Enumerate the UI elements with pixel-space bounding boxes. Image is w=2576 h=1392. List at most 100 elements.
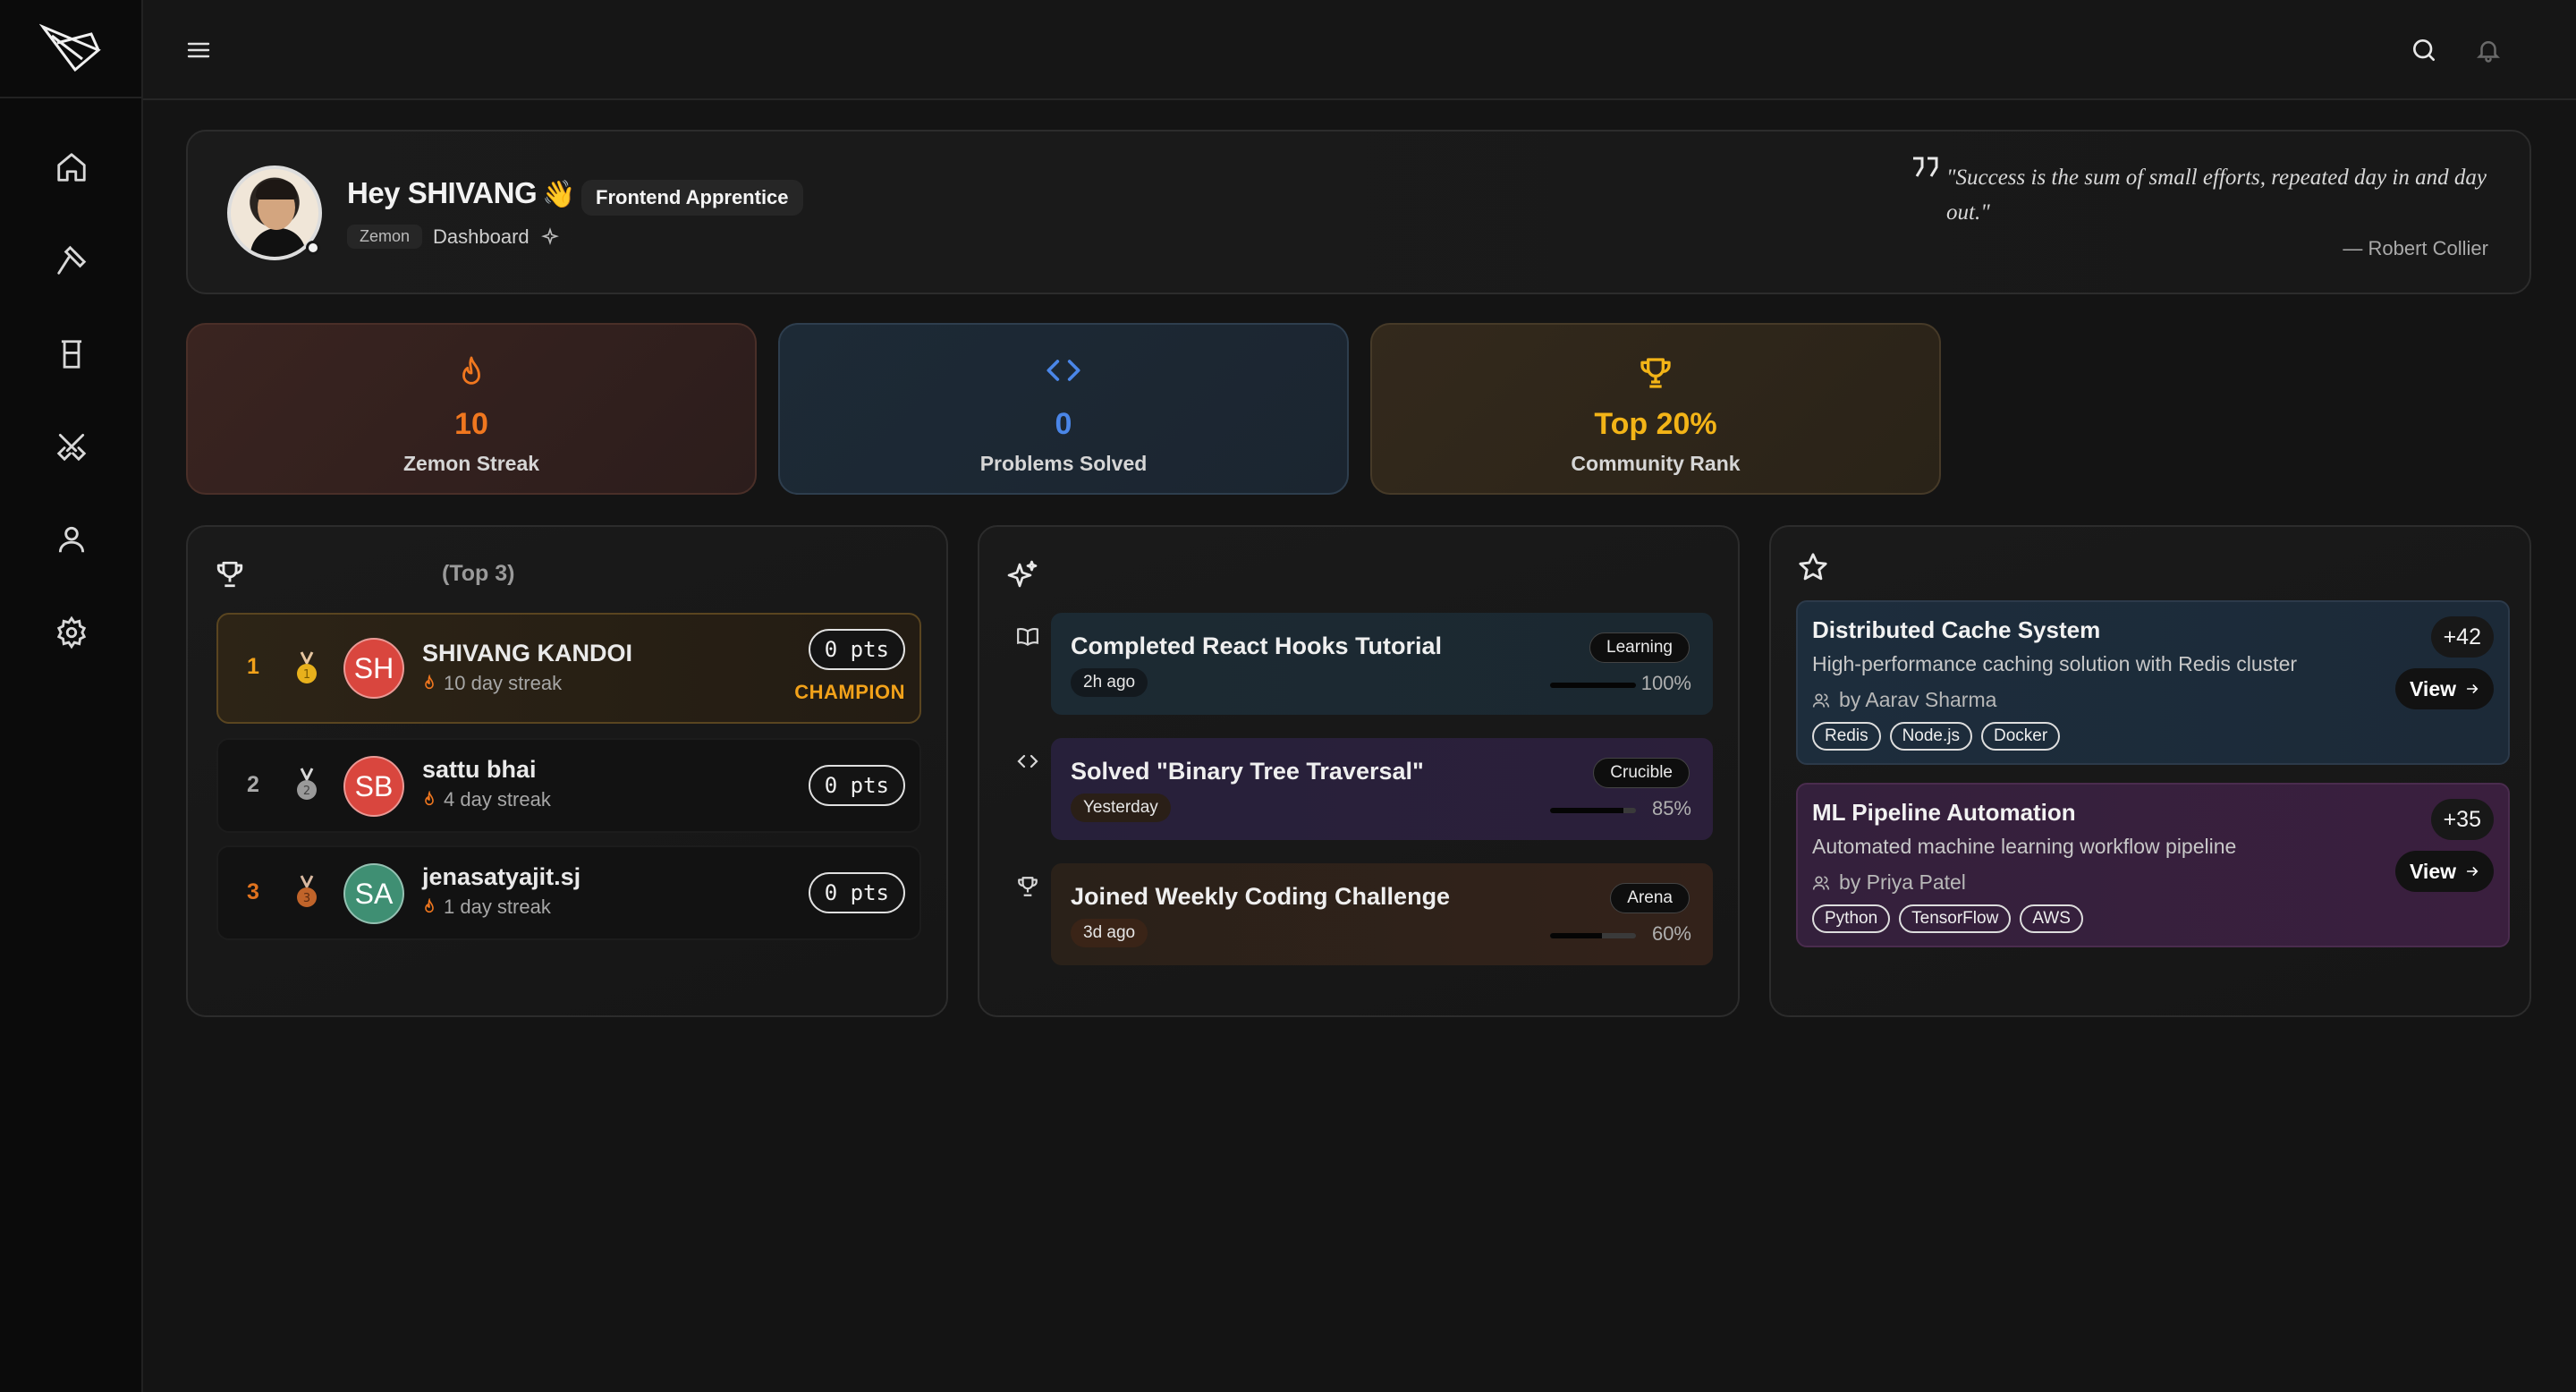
leaderboard-row[interactable]: 2 2 SB sattu bhai 4 day streak 0 pts: [216, 738, 921, 833]
hammer-icon: [57, 245, 87, 275]
rank-number: 1: [247, 654, 259, 679]
leaderboard-row[interactable]: 3 3 SA jenasatyajit.sj 1 day streak 0 pt…: [216, 845, 921, 940]
activity-panel: Completed React Hooks Tutorial 2h ago Le…: [978, 525, 1740, 1017]
streak-text: 1 day streak: [444, 895, 551, 918]
progress-bar: [1550, 683, 1636, 688]
author-name: by Priya Patel: [1839, 870, 1966, 894]
project-card[interactable]: Distributed Cache System High-performanc…: [1796, 600, 2510, 765]
quote-text: "Success is the sum of small efforts, re…: [1946, 166, 2487, 225]
view-project-button[interactable]: View: [2395, 668, 2494, 709]
champion-label: CHAMPION: [794, 681, 905, 703]
tech-tag[interactable]: Docker: [1981, 722, 2061, 751]
activity-item[interactable]: Solved "Binary Tree Traversal" Yesterday…: [1051, 738, 1713, 840]
nav-forge[interactable]: [45, 233, 98, 287]
activity-item[interactable]: Joined Weekly Coding Challenge 3d ago Ar…: [1051, 863, 1713, 965]
avatar: SA: [343, 863, 404, 924]
svg-text:3: 3: [303, 892, 310, 905]
activity-category: Arena: [1610, 883, 1690, 913]
app-logo[interactable]: [0, 0, 141, 98]
progress-bar: [1550, 933, 1636, 938]
activity-title: Solved "Binary Tree Traversal": [1071, 758, 1424, 785]
trophy-icon: [216, 561, 243, 588]
leaderboard-name: SHIVANG KANDOI: [422, 640, 633, 666]
nav-settings[interactable]: [45, 606, 98, 659]
leaderboard-title: (Top 3): [442, 561, 515, 586]
greeting: Hey SHIVANG 👋: [347, 176, 575, 209]
progress-label: 60%: [1651, 922, 1691, 945]
book-icon: [1015, 624, 1040, 649]
projects-panel: Distributed Cache System High-performanc…: [1769, 525, 2531, 1017]
search-icon: [2413, 39, 2435, 61]
project-score: +35: [2430, 799, 2494, 840]
project-description: High-performance caching solution with R…: [1812, 652, 2298, 675]
points-badge: 0 pts: [808, 872, 905, 913]
activity-category: Learning: [1589, 632, 1690, 663]
activity-title: Joined Weekly Coding Challenge: [1071, 883, 1451, 910]
tech-tag[interactable]: Redis: [1812, 722, 1881, 751]
nav-arena[interactable]: [45, 420, 98, 473]
flame-icon: [425, 791, 434, 806]
gear-icon: [56, 615, 87, 649]
wave-emoji: 👋: [542, 180, 575, 209]
role-badge: Frontend Apprentice: [581, 180, 803, 216]
breadcrumb-app[interactable]: Zemon: [347, 225, 423, 249]
bell-icon: [2476, 41, 2501, 63]
leaderboard-panel: (Top 3) 1 1 SH SHIVANG KANDOI 10 day str…: [186, 525, 948, 1017]
code-icon: [1015, 749, 1040, 774]
menu-button[interactable]: [181, 32, 216, 68]
rank-number: 2: [247, 772, 259, 797]
view-label: View: [2410, 860, 2456, 883]
progress-bar: [1550, 808, 1636, 813]
stat-value: 10: [454, 407, 488, 441]
project-card[interactable]: ML Pipeline Automation Automated machine…: [1796, 783, 2510, 947]
author-name: by Aarav Sharma: [1839, 688, 1997, 711]
tech-tag[interactable]: Python: [1812, 904, 1891, 933]
leaderboard-row[interactable]: 1 1 SH SHIVANG KANDOI 10 day streak 0 pt…: [216, 613, 921, 724]
sparkles-icon: [1007, 560, 1038, 588]
tech-tag[interactable]: TensorFlow: [1899, 904, 2012, 933]
beaker-icon: [61, 340, 82, 369]
tech-tag[interactable]: AWS: [2020, 904, 2083, 933]
notifications-button[interactable]: [2469, 30, 2508, 70]
avatar: SB: [343, 756, 404, 817]
project-author: by Priya Patel: [1812, 870, 1966, 895]
home-icon: [57, 153, 86, 182]
stat-label: Problems Solved: [979, 452, 1148, 475]
points-badge: 0 pts: [808, 629, 905, 670]
streak-info: 10 day streak: [422, 672, 562, 695]
streak-info: 4 day streak: [422, 788, 551, 811]
breadcrumb: Zemon Dashboard: [347, 225, 560, 249]
project-title: ML Pipeline Automation: [1812, 799, 2076, 826]
tag-list: Redis Node.js Docker: [1812, 722, 2061, 751]
flame-icon: [425, 675, 434, 690]
arrow-right-icon: [2466, 684, 2479, 693]
svg-text:1: 1: [303, 668, 310, 682]
activity-item[interactable]: Completed React Hooks Tutorial 2h ago Le…: [1051, 613, 1713, 715]
stat-card-rank[interactable]: Top 20% Community Rank: [1370, 323, 1941, 495]
points-badge: 0 pts: [808, 765, 905, 806]
stat-card-streak[interactable]: 10 Zemon Streak: [186, 323, 757, 495]
avatar: SH: [343, 638, 404, 699]
stat-label: Community Rank: [1571, 452, 1741, 475]
activity-time: Yesterday: [1071, 794, 1171, 822]
view-project-button[interactable]: View: [2395, 851, 2494, 892]
arrow-right-icon: [2466, 867, 2479, 876]
streak-info: 1 day streak: [422, 895, 551, 919]
online-indicator: [306, 241, 320, 255]
streak-text: 4 day streak: [444, 788, 551, 811]
rank-number: 3: [247, 879, 259, 904]
nav-profile[interactable]: [45, 513, 98, 566]
user-icon: [58, 526, 85, 553]
nav-home[interactable]: [45, 140, 98, 194]
nav-crucible[interactable]: [45, 327, 98, 381]
logo-icon: [39, 23, 101, 72]
activity-category: Crucible: [1593, 758, 1690, 788]
leaderboard-name: sattu bhai: [422, 756, 537, 783]
stat-card-problems[interactable]: 0 Problems Solved: [778, 323, 1349, 495]
hamburger-icon: [187, 42, 210, 58]
search-button[interactable]: [2404, 30, 2444, 70]
tech-tag[interactable]: Node.js: [1889, 722, 1972, 751]
progress-label: 100%: [1640, 672, 1691, 694]
welcome-card: Hey SHIVANG 👋 Frontend Apprentice Zemon D…: [186, 130, 2531, 294]
flame-icon: [425, 898, 434, 913]
